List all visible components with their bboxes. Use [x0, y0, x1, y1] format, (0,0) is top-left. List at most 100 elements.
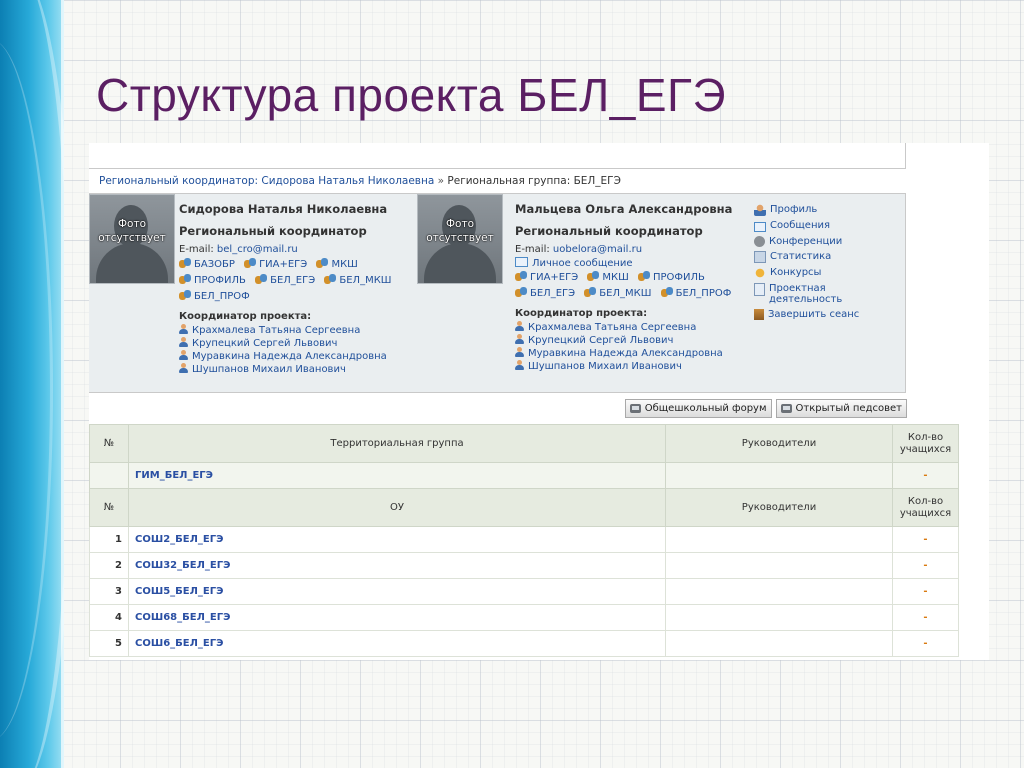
coordinator-role: Региональный координатор — [515, 224, 703, 238]
group-icon — [179, 274, 191, 284]
school-link[interactable]: СОШ2_БЕЛ_ЕГЭ — [128, 526, 666, 553]
project-tag[interactable]: ГИА+ЕГЭ — [515, 270, 578, 286]
group-icon — [587, 271, 600, 281]
menu-messages[interactable]: Сообщения — [754, 220, 859, 232]
user-icon — [179, 337, 188, 347]
project-tag[interactable]: ГИА+ЕГЭ — [244, 257, 307, 273]
menu-contests[interactable]: Конкурсы — [754, 267, 859, 279]
school-link[interactable]: СОШ6_БЕЛ_ЕГЭ — [128, 630, 666, 657]
star-icon — [754, 267, 766, 279]
open-council-button[interactable]: Открытый педсовет — [775, 399, 907, 418]
envelope-icon — [754, 222, 766, 232]
avatar: Фото отсутствует — [417, 194, 503, 284]
project-tag[interactable]: БЕЛ_ЕГЭ — [515, 286, 575, 302]
user-icon — [515, 321, 524, 331]
user-menu: Профиль Сообщения Конференции Статистика… — [754, 204, 859, 324]
coordinators-panel: Фото отсутствует Сидорова Наталья Никола… — [89, 193, 906, 393]
territorial-group-link[interactable]: ГИМ_БЕЛ_ЕГЭ — [128, 462, 666, 489]
project-coordinator-link[interactable]: Крупецкий Сергей Львович — [515, 334, 750, 347]
group-icon — [316, 258, 329, 268]
user-icon — [179, 350, 188, 360]
student-count: - — [892, 630, 959, 657]
avatar-body-shape — [96, 243, 168, 283]
chat-icon — [780, 404, 792, 413]
group-icon — [255, 274, 268, 284]
project-tag[interactable]: БЕЛ_МКШ — [584, 286, 651, 302]
table-row: 5 СОШ6_БЕЛ_ЕГЭ - — [89, 630, 959, 657]
group-icon — [638, 271, 650, 281]
table-cell — [665, 526, 893, 553]
group-icon — [244, 258, 257, 268]
table-cell — [665, 604, 893, 631]
user-icon — [179, 363, 188, 373]
coordinator-name: Мальцева Ольга Александровна — [515, 202, 733, 216]
table-row: 4 СОШ68_БЕЛ_ЕГЭ - — [89, 604, 959, 631]
project-coordinator-link[interactable]: Крупецкий Сергей Львович — [179, 337, 409, 350]
group-icon — [515, 271, 527, 281]
school-forum-button[interactable]: Общешкольный форум — [624, 399, 772, 418]
school-link[interactable]: СОШ32_БЕЛ_ЕГЭ — [128, 552, 666, 579]
table-cell — [665, 462, 893, 489]
project-coordinator-link[interactable]: Муравкина Надежда Александровна — [179, 350, 409, 363]
user-icon — [179, 324, 188, 334]
project-coordinators-label: Координатор проекта: — [515, 308, 648, 319]
school-link[interactable]: СОШ5_БЕЛ_ЕГЭ — [128, 578, 666, 605]
student-count: - — [892, 578, 959, 605]
project-tag[interactable]: БЕЛ_МКШ — [324, 273, 392, 289]
row-number: 2 — [89, 552, 129, 579]
breadcrumb: Региональный координатор: Сидорова Натал… — [99, 175, 621, 187]
project-coordinator-link[interactable]: Шушпанов Михаил Иванович — [179, 363, 409, 376]
project-tag[interactable]: МКШ — [316, 257, 358, 273]
portal-screenshot: Региональный координатор: Сидорова Натал… — [89, 143, 989, 660]
table-row: 1 СОШ2_БЕЛ_ЕГЭ - — [89, 526, 959, 553]
table-cell — [665, 578, 893, 605]
email-label: E-mail: — [179, 244, 214, 255]
menu-profile[interactable]: Профиль — [754, 204, 859, 216]
email-link[interactable]: bel_cro@mail.ru — [217, 244, 298, 255]
student-count: - — [892, 552, 959, 579]
table-header-row: № ОУ Руководители Кол-во учащихся — [89, 488, 959, 527]
project-tag[interactable]: ПРОФИЛЬ — [179, 273, 246, 289]
email-link[interactable]: uobelora@mail.ru — [553, 244, 642, 255]
project-tag[interactable]: БЕЛ_ПРОФ — [660, 286, 731, 302]
column-header-count: Кол-во учащихся — [892, 424, 959, 463]
user-icon — [515, 360, 524, 370]
project-tag[interactable]: ПРОФИЛЬ — [638, 270, 705, 286]
column-header-leaders: Руководители — [665, 488, 893, 527]
project-tag[interactable]: БЕЛ_ПРОФ — [179, 289, 250, 305]
chat-icon — [629, 404, 641, 413]
top-bar — [89, 143, 906, 169]
row-number: 5 — [89, 630, 129, 657]
menu-statistics[interactable]: Статистика — [754, 251, 859, 263]
breadcrumb-current: Региональная группа: БЕЛ_ЕГЭ — [447, 175, 621, 187]
column-header-territorial-group: Территориальная группа — [128, 424, 666, 463]
project-coordinator-link[interactable]: Муравкина Надежда Александровна — [515, 347, 750, 360]
table-header-row: № Территориальная группа Руководители Ко… — [89, 424, 959, 463]
student-count: - — [892, 604, 959, 631]
student-count: - — [892, 462, 959, 489]
menu-logout[interactable]: Завершить сеанс — [754, 309, 859, 320]
document-icon — [754, 283, 765, 296]
avatar-body-shape — [424, 243, 496, 283]
column-header-leaders: Руководители — [665, 424, 893, 463]
territorial-group-row: ГИМ_БЕЛ_ЕГЭ - — [89, 462, 959, 489]
breadcrumb-coordinator-link[interactable]: Региональный координатор: Сидорова Натал… — [99, 175, 434, 187]
project-tag[interactable]: МКШ — [587, 270, 629, 286]
groups-table: № Территориальная группа Руководители Ко… — [89, 424, 959, 657]
table-cell — [89, 462, 129, 489]
project-tag[interactable]: БЕЛ_ЕГЭ — [255, 273, 315, 289]
private-message-link[interactable]: Личное сообщение — [515, 257, 750, 270]
decorative-edge — [61, 0, 64, 768]
school-link[interactable]: СОШ68_БЕЛ_ЕГЭ — [128, 604, 666, 631]
menu-conferences[interactable]: Конференции — [754, 236, 859, 247]
project-coordinator-link[interactable]: Шушпанов Михаил Иванович — [515, 360, 750, 373]
coordinator-card-2: Мальцева Ольга Александровна Региональны… — [515, 202, 750, 373]
coordinator-role: Региональный координатор — [179, 224, 367, 238]
menu-project-activity[interactable]: Проектная деятельность — [754, 283, 854, 305]
group-icon — [660, 287, 673, 297]
project-coordinator-link[interactable]: Крахмалева Татьяна Сергеевна — [179, 324, 409, 337]
envelope-icon — [515, 257, 528, 267]
project-tag[interactable]: БАЗОБР — [179, 257, 235, 273]
project-coordinator-link[interactable]: Крахмалева Татьяна Сергеевна — [515, 321, 750, 334]
row-number: 3 — [89, 578, 129, 605]
